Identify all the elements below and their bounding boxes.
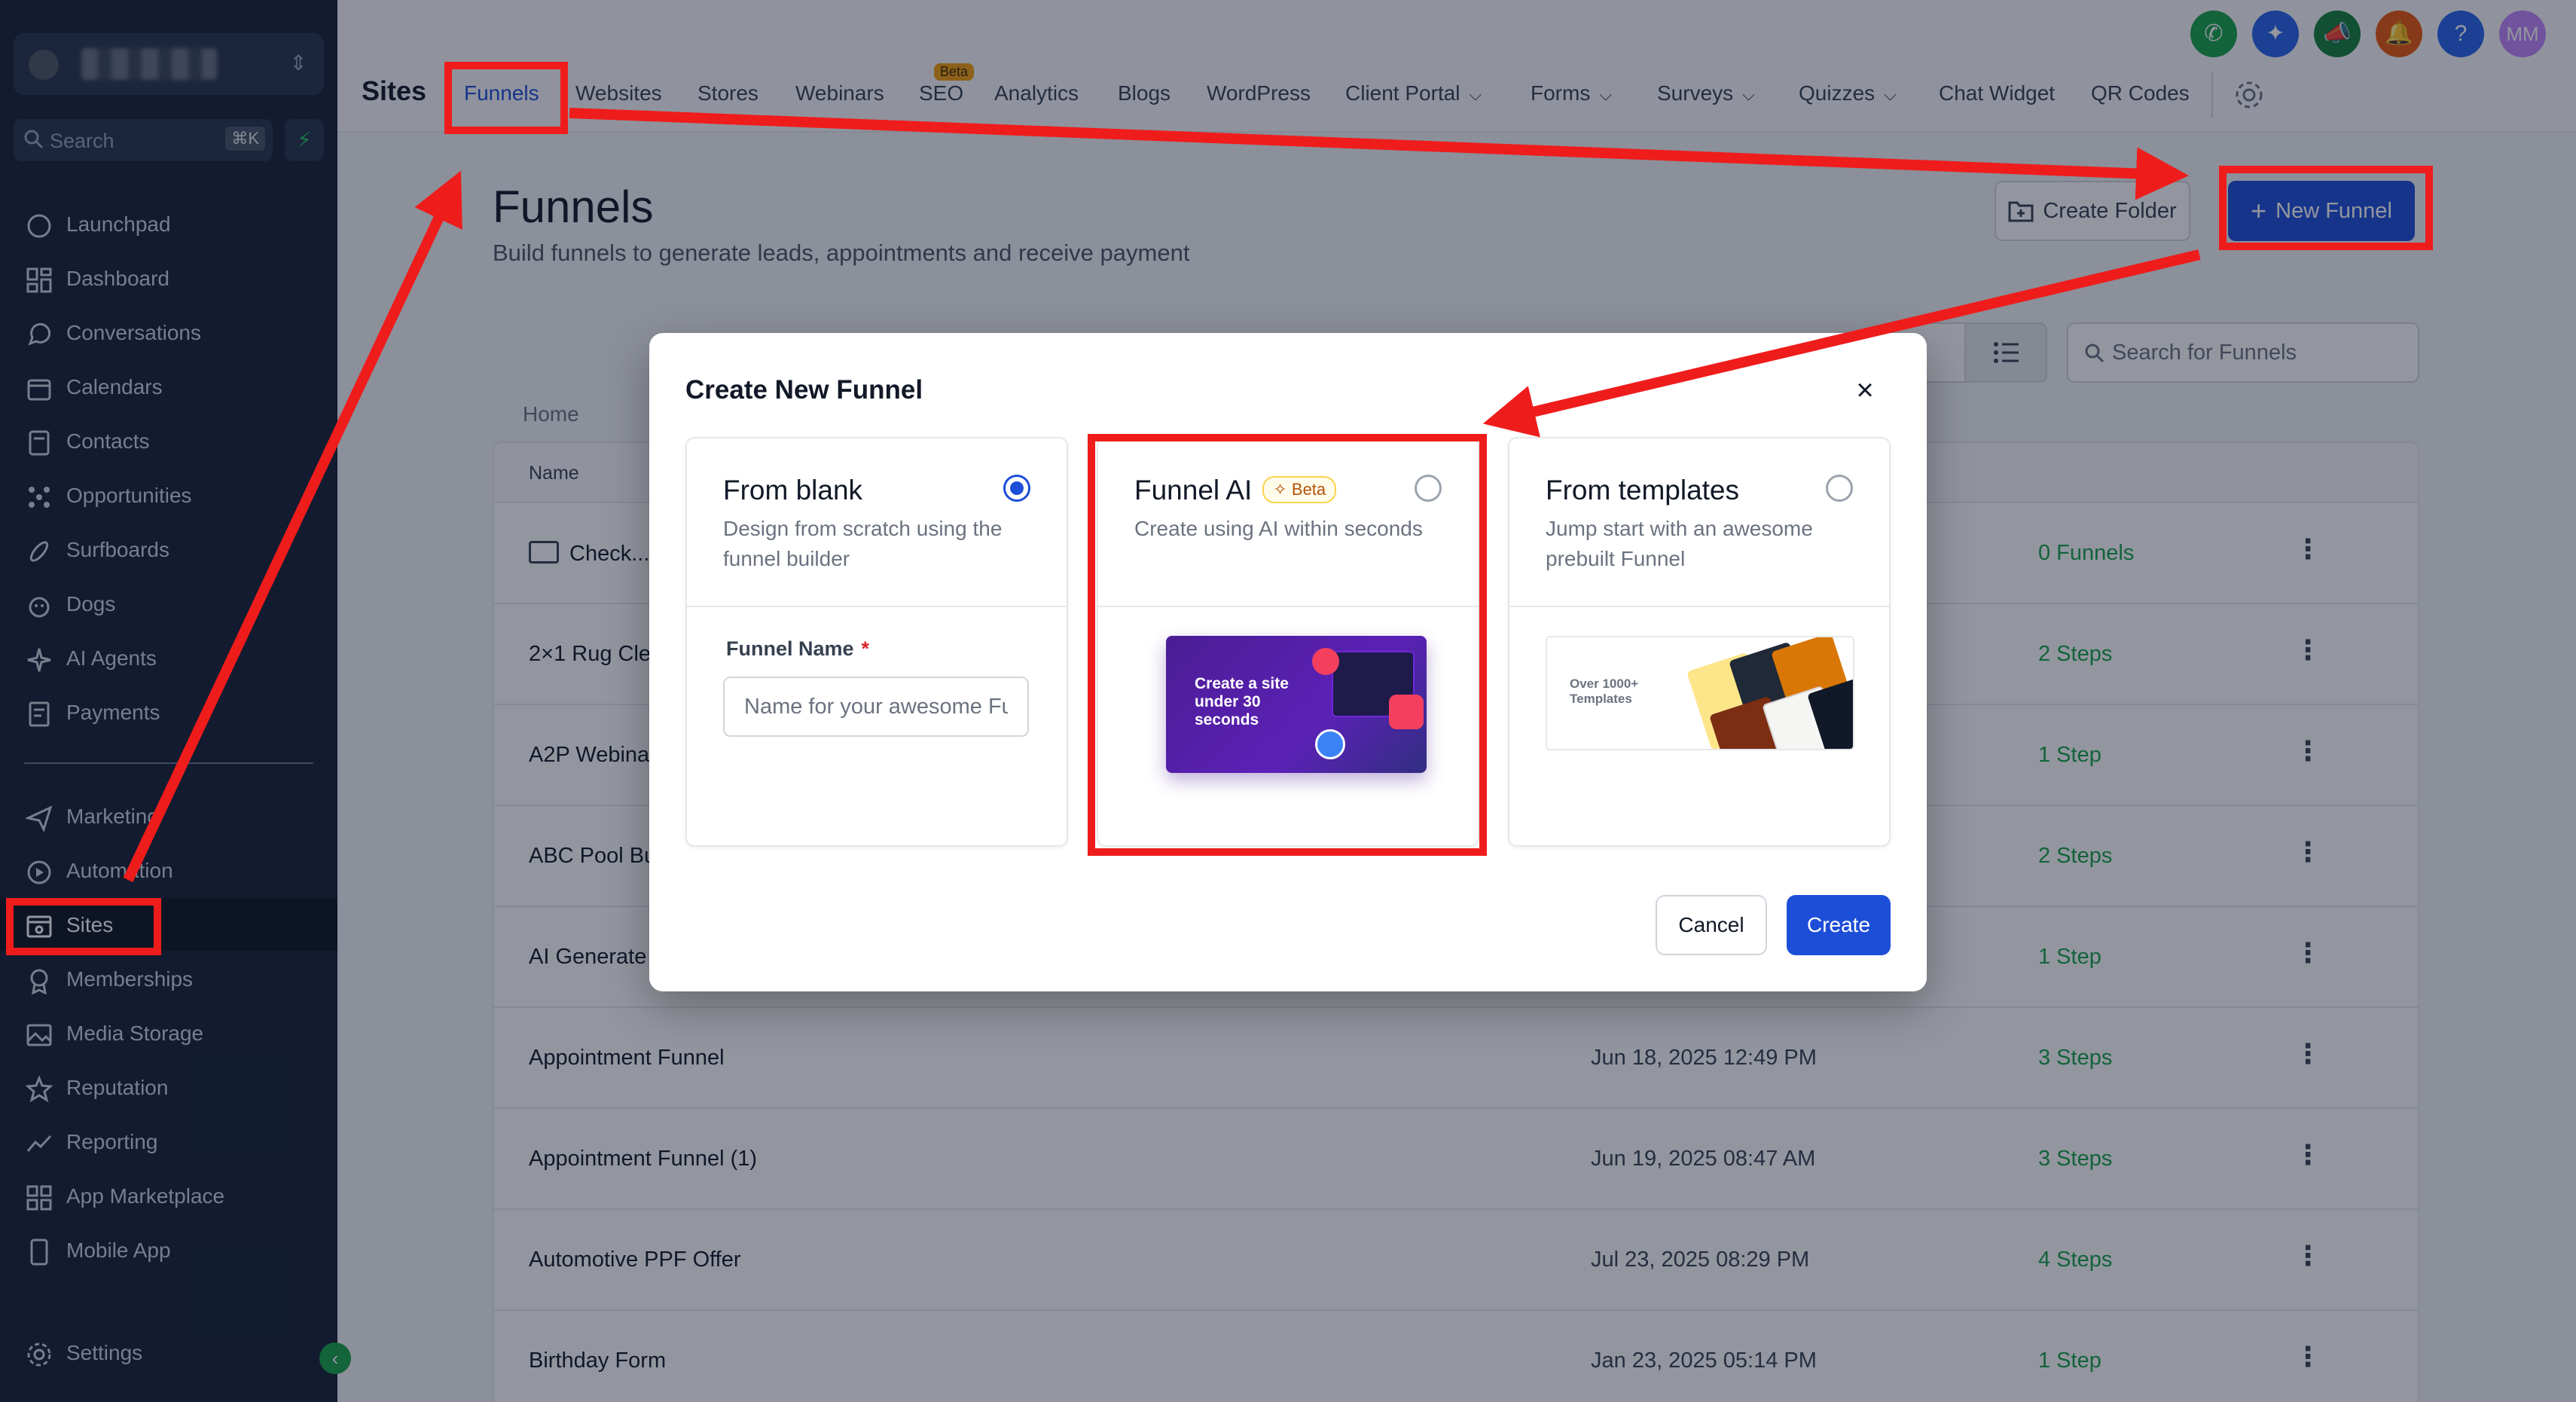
option-description: Design from scratch using the funnel bui… [723,517,1003,570]
templates-preview-image: Over 1000+ Templates [1546,636,1854,750]
option-title: From blank [723,475,863,506]
option-title: From templates [1546,475,1740,506]
highlight-funnel-ai-card [1088,434,1487,856]
highlight-funnels-tab [444,62,568,134]
highlight-new-funnel [2219,166,2433,250]
close-icon[interactable]: × [1850,375,1880,405]
option-description: Jump start with an awesome prebuilt Funn… [1546,517,1813,570]
funnel-name-label-text: Funnel Name [726,637,854,660]
option-from-templates[interactable]: From templates Jump start with an awesom… [1508,437,1891,847]
funnel-name-input[interactable] [723,677,1029,737]
templates-preview-text: Over 1000+ Templates [1570,677,1639,706]
card-divider [1509,606,1889,607]
create-button[interactable]: Create [1787,895,1891,955]
card-divider [687,606,1067,607]
highlight-sites [6,898,161,955]
radio-from-blank[interactable] [1003,475,1030,502]
cancel-button[interactable]: Cancel [1656,895,1767,955]
modal-title: Create New Funnel [685,375,923,405]
required-mark: * [861,637,870,660]
option-from-blank[interactable]: From blank Design from scratch using the… [685,437,1068,847]
funnel-name-label: Funnel Name * [726,637,869,661]
radio-from-templates[interactable] [1826,475,1853,502]
